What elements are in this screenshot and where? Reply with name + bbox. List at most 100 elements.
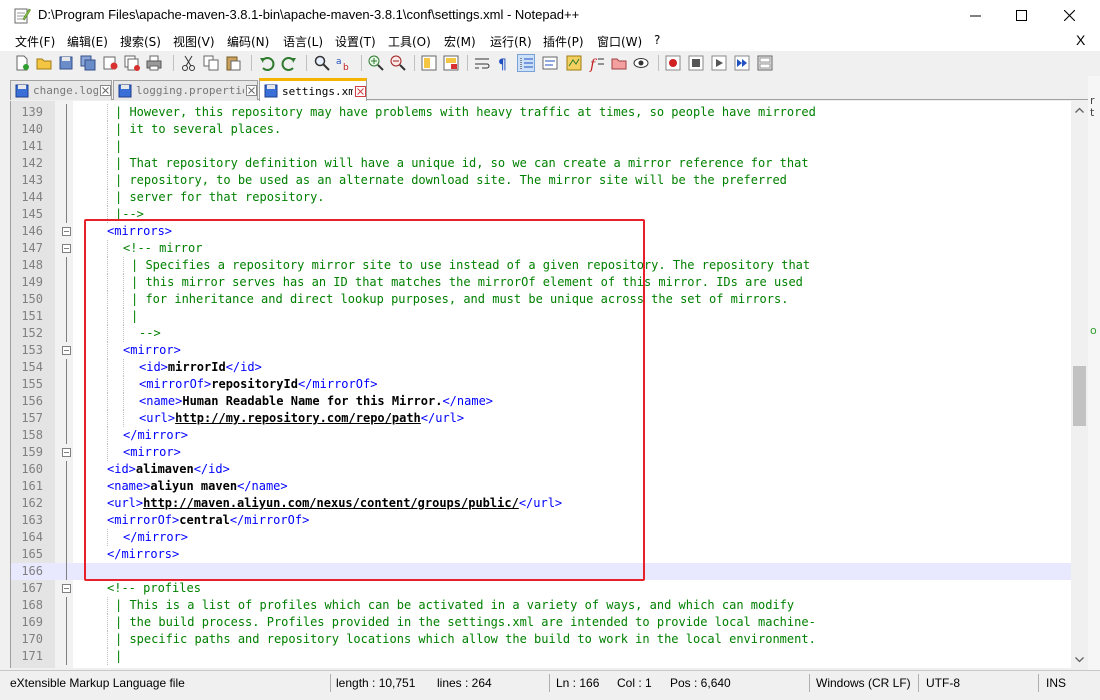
- code-line[interactable]: 161 <name>aliyun maven</name>: [11, 478, 1071, 495]
- menu-settings[interactable]: 设置(T): [335, 33, 376, 50]
- vertical-scrollbar[interactable]: [1071, 101, 1088, 668]
- code-line[interactable]: 140 | it to several places.: [11, 121, 1071, 138]
- macro-stop-button[interactable]: [687, 54, 705, 72]
- tab-close-icon[interactable]: [246, 85, 257, 96]
- code-editor[interactable]: 139 | However, this repository may have p…: [10, 101, 1088, 668]
- code-line[interactable]: 148 | Specifies a repository mirror site …: [11, 257, 1071, 274]
- code-line[interactable]: 167 <!-- profiles: [11, 580, 1071, 597]
- code-line[interactable]: 166: [11, 563, 1071, 580]
- fold-toggle-icon[interactable]: [62, 244, 71, 253]
- cut-button[interactable]: [180, 54, 198, 72]
- close-all-button[interactable]: [123, 54, 141, 72]
- code-line[interactable]: 155 <mirrorOf>repositoryId</mirrorOf>: [11, 376, 1071, 393]
- title-bar[interactable]: D:\Program Files\apache-maven-3.8.1-bin\…: [0, 0, 1100, 31]
- replace-button[interactable]: ab: [335, 54, 353, 72]
- macro-record-button[interactable]: [664, 54, 682, 72]
- menu-view[interactable]: 视图(V): [173, 33, 215, 50]
- macro-save-button[interactable]: [756, 54, 774, 72]
- xml-value: aliyun maven: [150, 479, 238, 493]
- open-file-button[interactable]: [35, 54, 53, 72]
- tab-logging-properties[interactable]: logging.properties: [113, 80, 258, 100]
- code-line[interactable]: 150 | for inheritance and direct lookup p…: [11, 291, 1071, 308]
- code-line[interactable]: 152 -->: [11, 325, 1071, 342]
- code-line[interactable]: 139 | However, this repository may have p…: [11, 104, 1071, 121]
- code-line[interactable]: 160 <id>alimaven</id>: [11, 461, 1071, 478]
- xml-comment: | server for that repository.: [115, 190, 325, 204]
- code-line[interactable]: 169 | the build process. Profiles provide…: [11, 614, 1071, 631]
- menu-encoding[interactable]: 编码(N): [227, 33, 269, 50]
- tab-settings-xml[interactable]: settings.xml: [259, 78, 367, 101]
- code-line[interactable]: 164 </mirror>: [11, 529, 1071, 546]
- code-line[interactable]: 142 | That repository definition will hav…: [11, 155, 1071, 172]
- new-file-button[interactable]: [13, 54, 31, 72]
- code-line[interactable]: 143 | repository, to be used as an altern…: [11, 172, 1071, 189]
- menu-plugins[interactable]: 插件(P): [543, 33, 584, 50]
- macro-run-multiple-button[interactable]: [733, 54, 751, 72]
- code-line[interactable]: 165 </mirrors>: [11, 546, 1071, 563]
- print-button[interactable]: [145, 54, 163, 72]
- code-line[interactable]: 144 | server for that repository.: [11, 189, 1071, 206]
- code-line[interactable]: 158 </mirror>: [11, 427, 1071, 444]
- sync-vertical-button[interactable]: [420, 54, 438, 72]
- code-line[interactable]: 170 | specific paths and repository locat…: [11, 631, 1071, 648]
- code-line[interactable]: 171 |: [11, 648, 1071, 665]
- folder-as-workspace-button[interactable]: [610, 54, 628, 72]
- fold-toggle-icon[interactable]: [62, 227, 71, 236]
- paste-button[interactable]: [224, 54, 242, 72]
- code-line[interactable]: 141 |: [11, 138, 1071, 155]
- document-map-button[interactable]: [565, 54, 583, 72]
- code-line[interactable]: 162 <url>http://maven.aliyun.com/nexus/co…: [11, 495, 1071, 512]
- fold-toggle-icon[interactable]: [62, 584, 71, 593]
- monitoring-button[interactable]: [632, 54, 650, 72]
- code-line[interactable]: 159 <mirror>: [11, 444, 1071, 461]
- zoom-out-button[interactable]: [389, 54, 407, 72]
- code-line[interactable]: 153 <mirror>: [11, 342, 1071, 359]
- menu-run[interactable]: 运行(R): [490, 33, 532, 50]
- word-wrap-button[interactable]: [473, 54, 491, 72]
- menu-window[interactable]: 窗口(W): [597, 33, 642, 50]
- save-all-button[interactable]: [79, 54, 97, 72]
- menu-file[interactable]: 文件(F): [15, 33, 55, 50]
- code-line[interactable]: 168 | This is a list of profiles which ca…: [11, 597, 1071, 614]
- minimize-button[interactable]: [952, 0, 998, 31]
- scroll-down-button[interactable]: [1071, 651, 1088, 668]
- menu-search[interactable]: 搜索(S): [120, 33, 161, 50]
- scrollbar-thumb[interactable]: [1073, 366, 1086, 426]
- fold-toggle-icon[interactable]: [62, 448, 71, 457]
- maximize-button[interactable]: [998, 0, 1044, 31]
- code-line[interactable]: 146 <mirrors>: [11, 223, 1071, 240]
- redo-button[interactable]: [280, 54, 298, 72]
- close-window-button[interactable]: [1046, 0, 1092, 31]
- code-line[interactable]: 151 |: [11, 308, 1071, 325]
- define-language-button[interactable]: [541, 54, 559, 72]
- menu-help[interactable]: ?: [654, 33, 660, 47]
- code-line[interactable]: 163 <mirrorOf>central</mirrorOf>: [11, 512, 1071, 529]
- copy-button[interactable]: [202, 54, 220, 72]
- indent-guide-button[interactable]: [517, 54, 535, 72]
- zoom-in-button[interactable]: [367, 54, 385, 72]
- menu-macro[interactable]: 宏(M): [444, 33, 476, 50]
- code-line[interactable]: 145 |-->: [11, 206, 1071, 223]
- sync-horizontal-button[interactable]: [442, 54, 460, 72]
- find-button[interactable]: [313, 54, 331, 72]
- close-button[interactable]: [101, 54, 119, 72]
- show-all-characters-button[interactable]: ¶: [495, 54, 513, 72]
- save-button[interactable]: [57, 54, 75, 72]
- undo-button[interactable]: [258, 54, 276, 72]
- code-line[interactable]: 154 <id>mirrorId</id>: [11, 359, 1071, 376]
- code-line[interactable]: 147 <!-- mirror: [11, 240, 1071, 257]
- function-list-button[interactable]: f: [588, 54, 606, 72]
- menu-edit[interactable]: 编辑(E): [67, 33, 108, 50]
- menu-language[interactable]: 语言(L): [283, 33, 323, 50]
- tab-change-log[interactable]: change.log: [10, 80, 112, 100]
- code-line[interactable]: 156 <name>Human Readable Name for this Mi…: [11, 393, 1071, 410]
- fold-toggle-icon[interactable]: [62, 346, 71, 355]
- macro-playback-button[interactable]: [710, 54, 728, 72]
- code-line[interactable]: 157 <url>http://my.repository.com/repo/pa…: [11, 410, 1071, 427]
- code-line[interactable]: 149 | this mirror serves has an ID that m…: [11, 274, 1071, 291]
- menu-tools[interactable]: 工具(O): [388, 33, 431, 50]
- scroll-up-button[interactable]: [1071, 101, 1088, 118]
- close-document-button[interactable]: X: [1076, 32, 1085, 48]
- tab-close-icon[interactable]: [355, 85, 366, 97]
- tab-close-icon[interactable]: [100, 85, 111, 96]
